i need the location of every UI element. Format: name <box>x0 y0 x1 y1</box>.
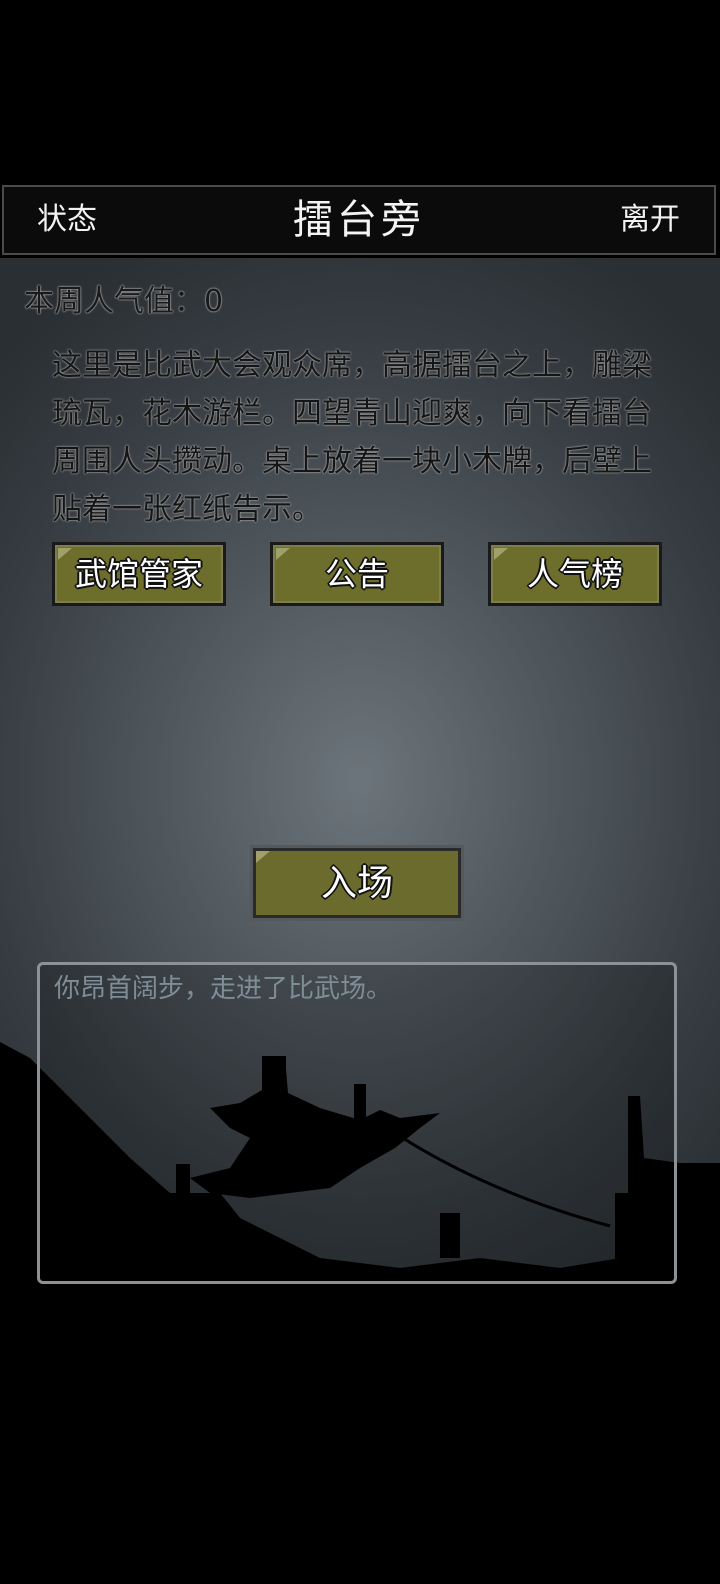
top-bar: 状态 擂台旁 离开 <box>2 185 716 255</box>
martial-hall-steward-button[interactable]: 武馆管家 <box>52 542 226 606</box>
location-description: 这里是比武大会观众席，高据擂台之上，雕梁琉瓦，花木游栏。四望青山迎爽，向下看擂台… <box>52 348 652 527</box>
popularity-label: 本周人气值： <box>24 284 204 319</box>
popularity-value: 0 <box>204 284 224 319</box>
leave-button[interactable]: 离开 <box>620 187 680 253</box>
enter-arena-button[interactable]: 入场 <box>250 845 464 921</box>
popularity-ranking-button[interactable]: 人气榜 <box>488 542 662 606</box>
weekly-popularity: 本周人气值：0 <box>24 276 223 320</box>
location-title: 擂台旁 <box>293 197 425 243</box>
log-line: 你昂首阔步，走进了比武场。 <box>54 974 393 1004</box>
announcement-button[interactable]: 公告 <box>270 542 444 606</box>
message-log: 你昂首阔步，走进了比武场。 <box>37 962 677 1284</box>
